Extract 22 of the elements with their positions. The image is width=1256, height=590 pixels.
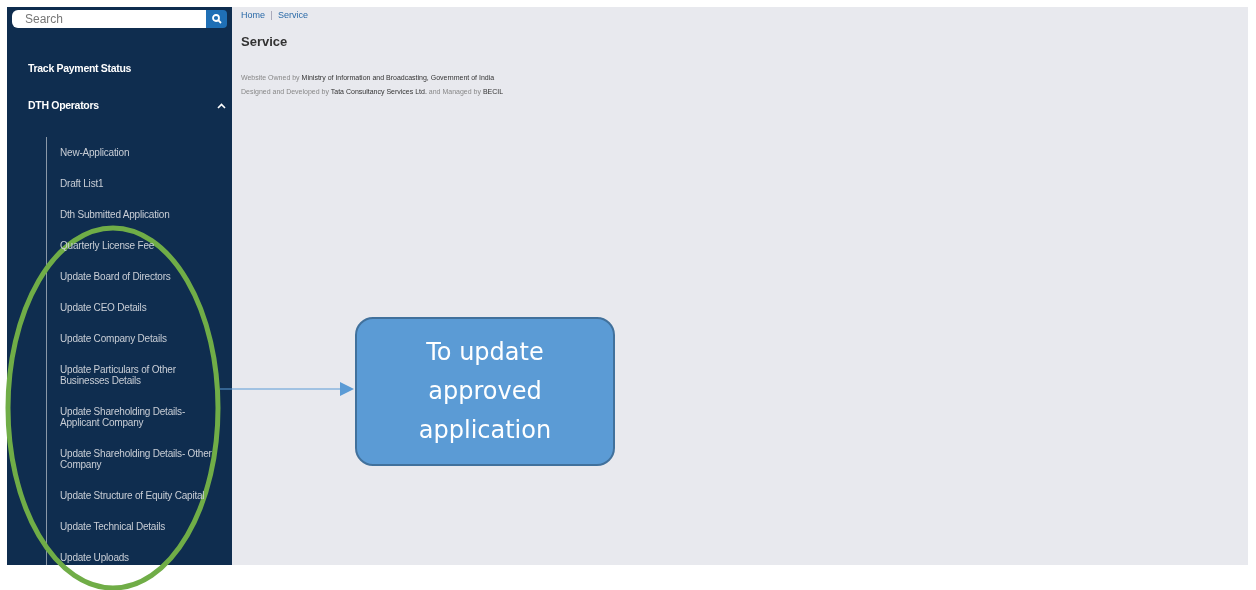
breadcrumb-link[interactable]: Home [241, 9, 265, 23]
caret-icon [217, 102, 226, 109]
breadcrumb-separator [271, 11, 272, 21]
sidebar-subitem[interactable]: Dth Submitted Application [60, 209, 220, 220]
sidebar-subitem[interactable]: Update CEO Details [60, 302, 220, 313]
sidebar-subitem[interactable]: Update Board of Directors [60, 271, 220, 282]
search-field[interactable]: Search [12, 10, 206, 28]
sidebar-subitem[interactable]: New-Application [60, 147, 220, 158]
search-icon [211, 14, 222, 24]
sidebar-subitem[interactable]: Update Particulars of Other Businesses Details [60, 364, 220, 386]
callout: To update approved application [355, 317, 615, 466]
page-title: Service [241, 32, 289, 51]
sidebar-subitem[interactable]: Update Uploads [60, 552, 220, 563]
sidebar-subitem[interactable]: Draft List1 [60, 178, 220, 189]
sidebar-subitem[interactable]: Update Shareholding Details- Other Company [60, 448, 220, 470]
sidebar-subitem[interactable]: Update Company Details [60, 333, 220, 344]
breadcrumb-link[interactable]: Service [278, 9, 309, 23]
sidebar-subitem[interactable]: Update Shareholding Details- Applicant Company [60, 406, 220, 428]
sidebar-group[interactable]: DTH Operators [7, 87, 232, 124]
search-button[interactable] [206, 10, 227, 28]
sidebar-subitem[interactable]: Update Technical Details [60, 521, 220, 532]
sidebar-link[interactable]: Track Payment Status [28, 50, 232, 87]
